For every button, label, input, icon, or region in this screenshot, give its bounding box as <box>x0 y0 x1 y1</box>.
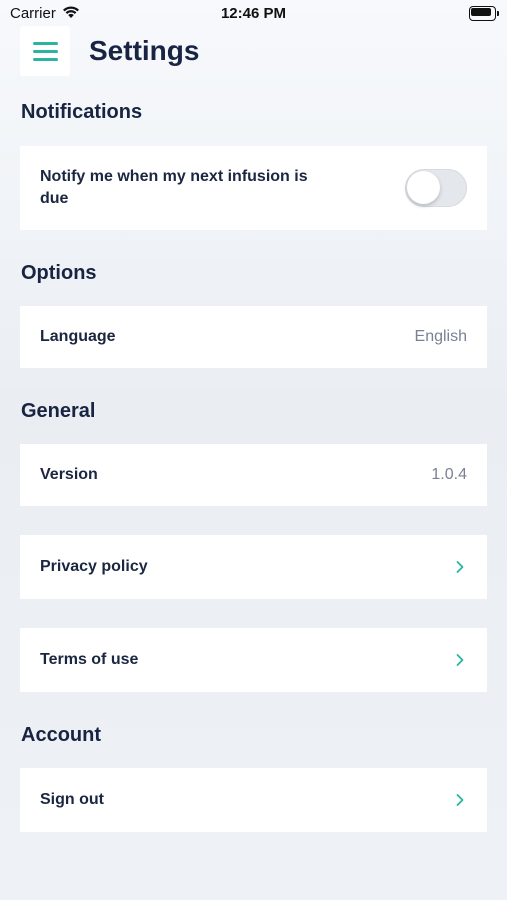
version-label: Version <box>40 466 98 483</box>
status-bar: Carrier 12:46 PM <box>0 0 507 28</box>
section-title-general: General <box>21 400 96 422</box>
language-row[interactable]: Language English <box>20 306 487 368</box>
language-label: Language <box>40 328 116 345</box>
language-value: English <box>414 328 467 345</box>
privacy-policy-row[interactable]: Privacy policy <box>20 535 487 599</box>
notify-toggle[interactable] <box>405 169 467 207</box>
section-title-options: Options <box>21 262 97 284</box>
terms-of-use-row[interactable]: Terms of use <box>20 628 487 692</box>
chevron-right-icon <box>453 653 467 667</box>
menu-button[interactable] <box>20 26 70 76</box>
privacy-policy-label: Privacy policy <box>40 558 148 575</box>
chevron-right-icon <box>453 793 467 807</box>
battery-icon <box>469 6 499 21</box>
section-title-notifications: Notifications <box>21 101 143 123</box>
toggle-knob <box>407 171 440 204</box>
sign-out-row[interactable]: Sign out <box>20 768 487 832</box>
notify-label: Notify me when my next infusion is due <box>40 168 308 207</box>
notify-setting-row: Notify me when my next infusion is due <box>20 146 487 230</box>
version-value: 1.0.4 <box>431 466 467 483</box>
chevron-right-icon <box>453 560 467 574</box>
section-title-account: Account <box>21 724 101 746</box>
terms-of-use-label: Terms of use <box>40 651 139 668</box>
version-row: Version 1.0.4 <box>20 444 487 506</box>
sign-out-label: Sign out <box>40 791 104 808</box>
clock: 12:46 PM <box>220 5 287 22</box>
page-title: Settings <box>89 35 200 66</box>
